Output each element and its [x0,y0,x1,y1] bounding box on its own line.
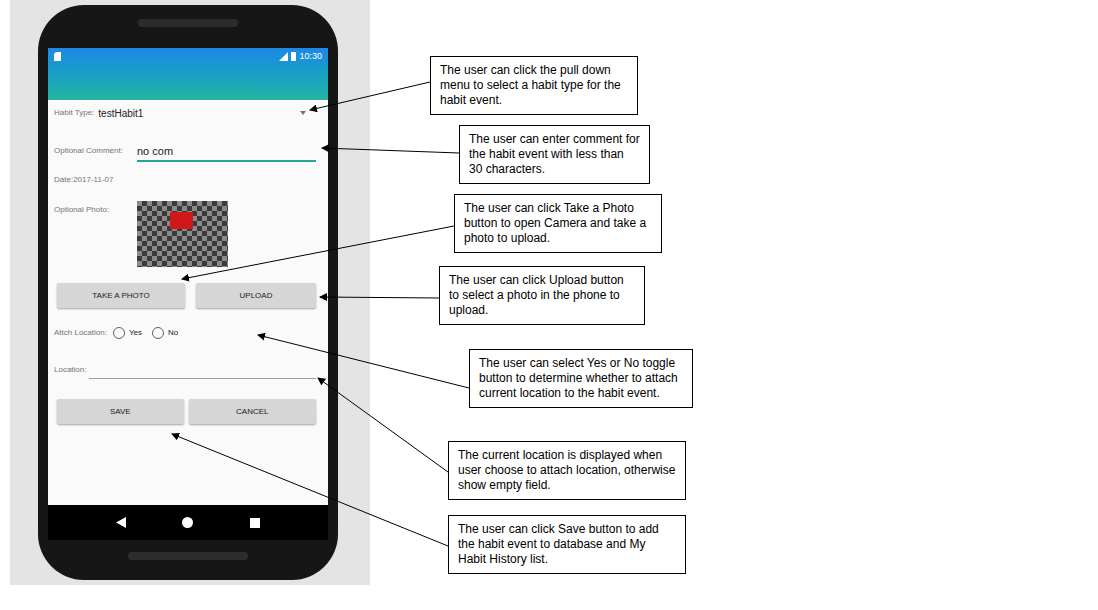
habit-event-form: Habit Type: testHabit1 Optional Comment:no… [48,100,328,505]
form-button[interactable]: CANCEL [189,399,317,424]
annotation-box: The user can click the pull down menu to… [430,56,638,115]
speaker-icon [138,19,238,27]
habit-type-value[interactable]: testHabit1 [98,106,300,121]
bottom-speaker-icon [128,552,248,560]
home-icon[interactable] [182,517,193,528]
photo-placeholder [137,201,228,267]
app-header: 10:30 [48,48,328,100]
date-label: Date: [54,174,73,186]
form-button[interactable]: UPLOAD [196,283,316,308]
location-label: Location: [54,364,86,379]
date-row: Date:2017-11-07 [54,170,316,190]
comment-row: Optional Comment:no com [54,134,316,162]
callout-arrow [320,297,439,298]
radio-circle-icon[interactable] [152,327,164,339]
status-icons: 10:30 [279,52,322,61]
callout-arrow [182,226,454,279]
callout-arrow [310,82,430,110]
radio-label: No [168,327,178,339]
date-value: 2017-11-07 [73,174,113,186]
annotation-box: The user can select Yes or No toggle but… [469,349,693,408]
callout-arrow [318,378,448,472]
action-buttons: SAVECANCEL [54,399,316,424]
phone-body: 10:30 Habit Type: testHabit1 Optional Comme… [38,5,338,580]
form-button[interactable]: SAVE [57,399,184,424]
battery-icon [291,52,296,61]
annotation-box: The user can click Upload button to sele… [439,266,645,325]
dropdown-arrow-icon[interactable] [300,111,306,115]
photo-row: Optional Photo: [54,201,316,267]
radio-option[interactable]: No [152,327,178,339]
annotation-box: The user can enter comment for the habit… [459,125,650,184]
status-bar: 10:30 [48,48,328,65]
canvas: 10:30 Habit Type: testHabit1 Optional Comme… [0,0,1098,610]
form-button[interactable]: TAKE A PHOTO [57,283,185,308]
annotation-box: The user can click Save button to add th… [448,515,686,574]
callout-arrow [258,335,469,388]
attach-location-label: Attch Location: [54,327,107,339]
location-row: Location: [54,361,316,379]
comment-label: Optional Comment: [54,145,137,162]
annotation-box: The current location is displayed when u… [448,441,686,500]
photo-buttons: TAKE A PHOTO UPLOAD [54,283,316,308]
attach-location-row: Attch Location: Yes No [54,325,316,341]
phone-area: 10:30 Habit Type: testHabit1 Optional Comme… [10,0,370,585]
radio-circle-icon[interactable] [113,327,125,339]
photo-label: Optional Photo: [54,201,137,267]
callout-arrow [322,148,459,153]
signal-icon [279,52,288,61]
habit-type-label: Habit Type: [54,107,94,119]
nav-bar [48,505,328,540]
habit-type-row[interactable]: Habit Type: testHabit1 [54,100,316,126]
sd-card-icon [54,52,61,61]
location-field [89,361,316,379]
callout-arrow [172,434,448,546]
radio-option[interactable]: Yes [113,327,142,339]
back-icon[interactable] [116,517,126,528]
annotation-box: The user can click Take a Photo button t… [454,194,662,253]
radio-label: Yes [129,327,142,339]
comment-input[interactable]: no com [137,143,316,163]
recents-icon[interactable] [250,518,260,528]
status-time: 10:30 [299,52,322,61]
screen: 10:30 Habit Type: testHabit1 Optional Comme… [48,48,328,540]
